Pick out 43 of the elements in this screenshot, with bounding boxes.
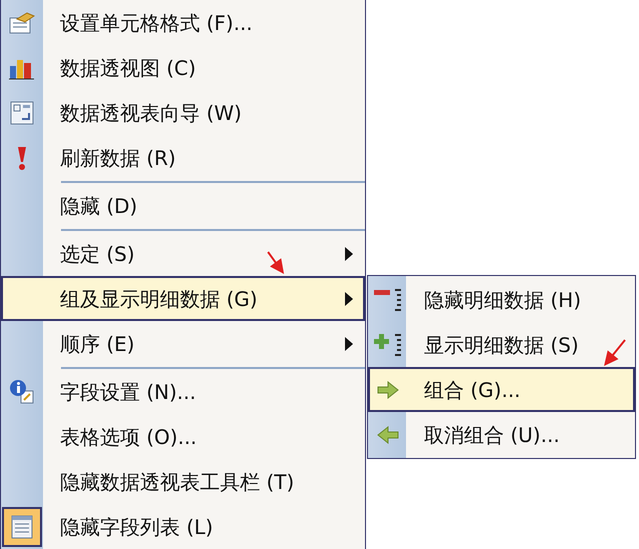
menu-item-label: 隐藏数据透视表工具栏 (T) [60, 468, 294, 496]
menu-item-label: 数据透视图 (C) [60, 54, 196, 82]
submenu-item[interactable]: 取消组合 (U)... [368, 412, 635, 457]
menu-item-label: 隐藏 (D) [60, 192, 138, 220]
collapse-icon [373, 286, 403, 312]
exclamation-icon [16, 144, 28, 170]
menu-item-label: 数据透视表向导 (W) [60, 100, 242, 126]
submenu-item[interactable]: 隐藏明细数据 (H) [368, 277, 635, 322]
menu-item-label: 表格选项 (O)... [60, 424, 197, 450]
submenu-item[interactable]: 组合 (G)... [368, 367, 635, 412]
right-arrow-icon [377, 380, 399, 398]
menu-item-label: 刷新数据 (R) [60, 144, 176, 172]
menu-item[interactable]: 组及显示明细数据 (G) [1, 276, 365, 321]
menu-item-label: 取消组合 (U)... [424, 422, 560, 448]
menu-item-label: 组合 (G)... [424, 376, 521, 404]
menu-item[interactable]: 顺序 (E) [1, 321, 365, 366]
menu-item-label: 设置单元格格式 (F)... [60, 10, 253, 36]
menu-item-label: 组及显示明细数据 (G) [60, 286, 258, 312]
menu-item[interactable]: 隐藏数据透视表工具栏 (T) [1, 459, 365, 504]
info-icon [9, 378, 35, 404]
menu-item[interactable]: 字段设置 (N)... [1, 369, 365, 414]
menu-item-label: 选定 (S) [60, 240, 135, 268]
table-wizard-icon [10, 100, 34, 124]
menu-item[interactable]: 数据透视图 (C) [1, 45, 365, 90]
submenu-item[interactable]: 显示明细数据 (S) [368, 322, 635, 367]
annotation-arrow [604, 339, 626, 366]
menu-item-label: 隐藏字段列表 (L) [60, 514, 214, 540]
menu-item-label: 显示明细数据 (S) [424, 332, 579, 358]
menu-item[interactable]: 隐藏 (D) [1, 183, 365, 228]
field-list-icon [11, 514, 33, 538]
menu-item[interactable]: 表格选项 (O)... [1, 414, 365, 459]
menu-item[interactable]: 选定 (S) [1, 231, 365, 276]
menu-item-label: 字段设置 (N)... [60, 378, 196, 406]
left-arrow-icon [377, 426, 399, 444]
menu-item[interactable]: 刷新数据 (R) [1, 135, 365, 180]
menu-item-label: 隐藏明细数据 (H) [424, 286, 582, 314]
format-cells-icon [9, 12, 35, 34]
menu-item[interactable]: 数据透视表向导 (W) [1, 90, 365, 135]
expand-icon [373, 332, 403, 358]
annotation-arrow [267, 251, 284, 274]
menu-item-label: 顺序 (E) [60, 330, 135, 358]
menu-item[interactable]: 设置单元格格式 (F)... [1, 0, 365, 45]
menu-item[interactable]: 隐藏字段列表 (L) [1, 504, 365, 549]
